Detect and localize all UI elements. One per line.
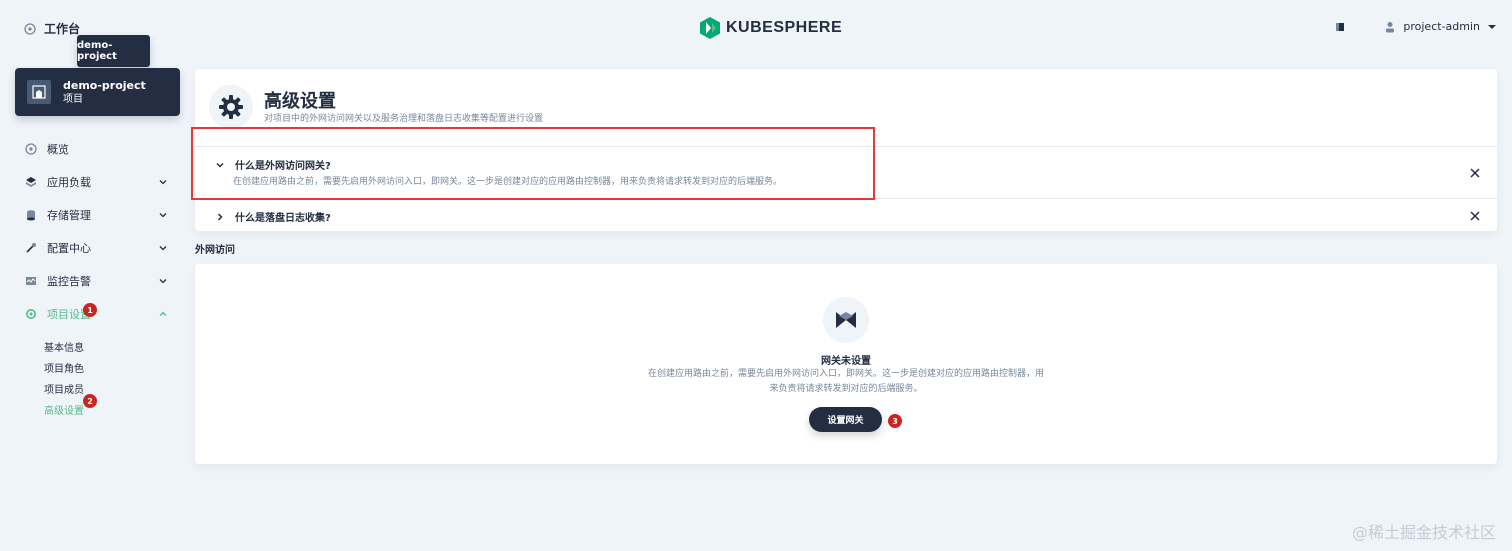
sidebar-submenu: 基本信息 项目角色 项目成员 高级设置 (15, 336, 180, 420)
close-icon[interactable] (1469, 210, 1481, 222)
user-name: project-admin (1403, 20, 1480, 33)
faq-question: 什么是外网访问网关? (235, 161, 331, 172)
top-right-actions: project-admin (1335, 20, 1496, 33)
storage-icon (27, 209, 35, 220)
workbench-icon (24, 22, 36, 35)
gateway-icon (823, 297, 869, 343)
faq-answer: 在创建应用路由之前，需要先启用外网访问入口，即网关。这一步是创建对应的应用路由控… (233, 177, 783, 187)
sidebar-subitem-project-roles[interactable]: 项目角色 (44, 357, 124, 378)
sidebar-subitem-basic-info[interactable]: 基本信息 (44, 336, 124, 357)
sidebar-subitem-label: 高级设置 (44, 406, 84, 417)
chevron-down-icon (1488, 24, 1496, 29)
sidebar-item-label: 项目设置 (47, 307, 91, 321)
section-title-external-access: 外网访问 (195, 245, 235, 256)
page-title: 高级设置 (264, 91, 336, 112)
logo-text: KUBESPHERE (726, 19, 843, 36)
chevron-up-icon (159, 311, 167, 316)
overview-icon (25, 142, 37, 155)
watermark: @稀土掘金技术社区 (1351, 523, 1496, 542)
sidebar-item-project-settings[interactable]: 项目设置 (15, 297, 180, 330)
chevron-down-icon (159, 212, 167, 217)
sidebar-item-config[interactable]: 配置中心 (15, 231, 180, 264)
workbench-link[interactable]: 工作台 (24, 20, 80, 37)
faq-question: 什么是落盘日志收集? (235, 213, 331, 224)
project-name: demo-project (63, 78, 146, 92)
sidebar-item-label: 存储管理 (47, 208, 91, 222)
config-icon (26, 242, 36, 253)
sidebar-item-label: 配置中心 (47, 241, 91, 255)
notification-icon[interactable] (1335, 22, 1345, 32)
project-icon (27, 80, 51, 104)
advanced-settings-header: 高级设置 对项目中的外网访问网关以及服务治理和落盘日志收集等配置进行设置 什么是… (195, 69, 1497, 231)
sidebar-item-label: 概览 (47, 142, 69, 156)
faq-toggle-log-collection[interactable]: 什么是落盘日志收集? (215, 209, 331, 224)
sidebar-item-overview[interactable]: 概览 (15, 132, 180, 165)
empty-state-description: 在创建应用路由之前，需要先启用外网访问入口，即网关。这一步是创建对应的应用路由控… (647, 369, 1044, 394)
step-badge-2: 2 (83, 394, 97, 408)
faq-item-log-collection: 什么是落盘日志收集? (195, 198, 1497, 231)
chevron-down-icon (216, 162, 224, 168)
page-description: 对项目中的外网访问网关以及服务治理和落盘日志收集等配置进行设置 (264, 114, 544, 124)
close-icon[interactable] (1469, 167, 1481, 179)
user-menu[interactable]: project-admin (1385, 20, 1496, 33)
top-bar: 工作台 KUBESPHERE project-admin (0, 0, 1512, 56)
project-selector[interactable]: demo-project 项目 (15, 68, 180, 116)
gateway-empty-state: 网关未设置 在创建应用路由之前，需要先启用外网访问入口，即网关。这一步是创建对应… (195, 264, 1497, 464)
kubesphere-logo-icon (700, 17, 720, 39)
setup-gateway-button[interactable]: 设置网关 (809, 407, 882, 432)
settings-icon (26, 308, 36, 319)
sidebar-item-label: 监控告警 (47, 274, 91, 288)
chevron-down-icon (159, 278, 167, 283)
sidebar-item-monitoring[interactable]: 监控告警 (15, 264, 180, 297)
empty-state-title: 网关未设置 (821, 356, 871, 367)
gear-icon (209, 85, 253, 129)
workload-icon (26, 176, 36, 187)
faq-toggle-gateway[interactable]: 什么是外网访问网关? (215, 157, 331, 172)
monitor-icon (26, 276, 36, 285)
user-icon (1386, 21, 1395, 32)
sidebar-item-label: 应用负载 (47, 175, 91, 189)
sidebar-item-workloads[interactable]: 应用负载 (15, 165, 180, 198)
faq-item-gateway: 什么是外网访问网关? 在创建应用路由之前，需要先启用外网访问入口，即网关。这一步… (195, 146, 1497, 198)
kubesphere-logo[interactable]: KUBESPHERE (700, 17, 842, 39)
workbench-label: 工作台 (44, 22, 81, 36)
chevron-down-icon (159, 245, 167, 250)
project-tooltip: demo-project (77, 35, 150, 67)
step-badge-1-marker: 1 (83, 303, 97, 317)
chevron-down-icon (159, 179, 167, 184)
sidebar-nav: 概览 应用负载 存储管理 配置中心 监控告警 项目设置 基本信息 项目角色 项目… (15, 132, 180, 420)
chevron-right-icon (217, 212, 223, 221)
project-type: 项目 (63, 93, 83, 105)
sidebar-item-storage[interactable]: 存储管理 (15, 198, 180, 231)
step-badge-3: 3 (888, 414, 902, 428)
